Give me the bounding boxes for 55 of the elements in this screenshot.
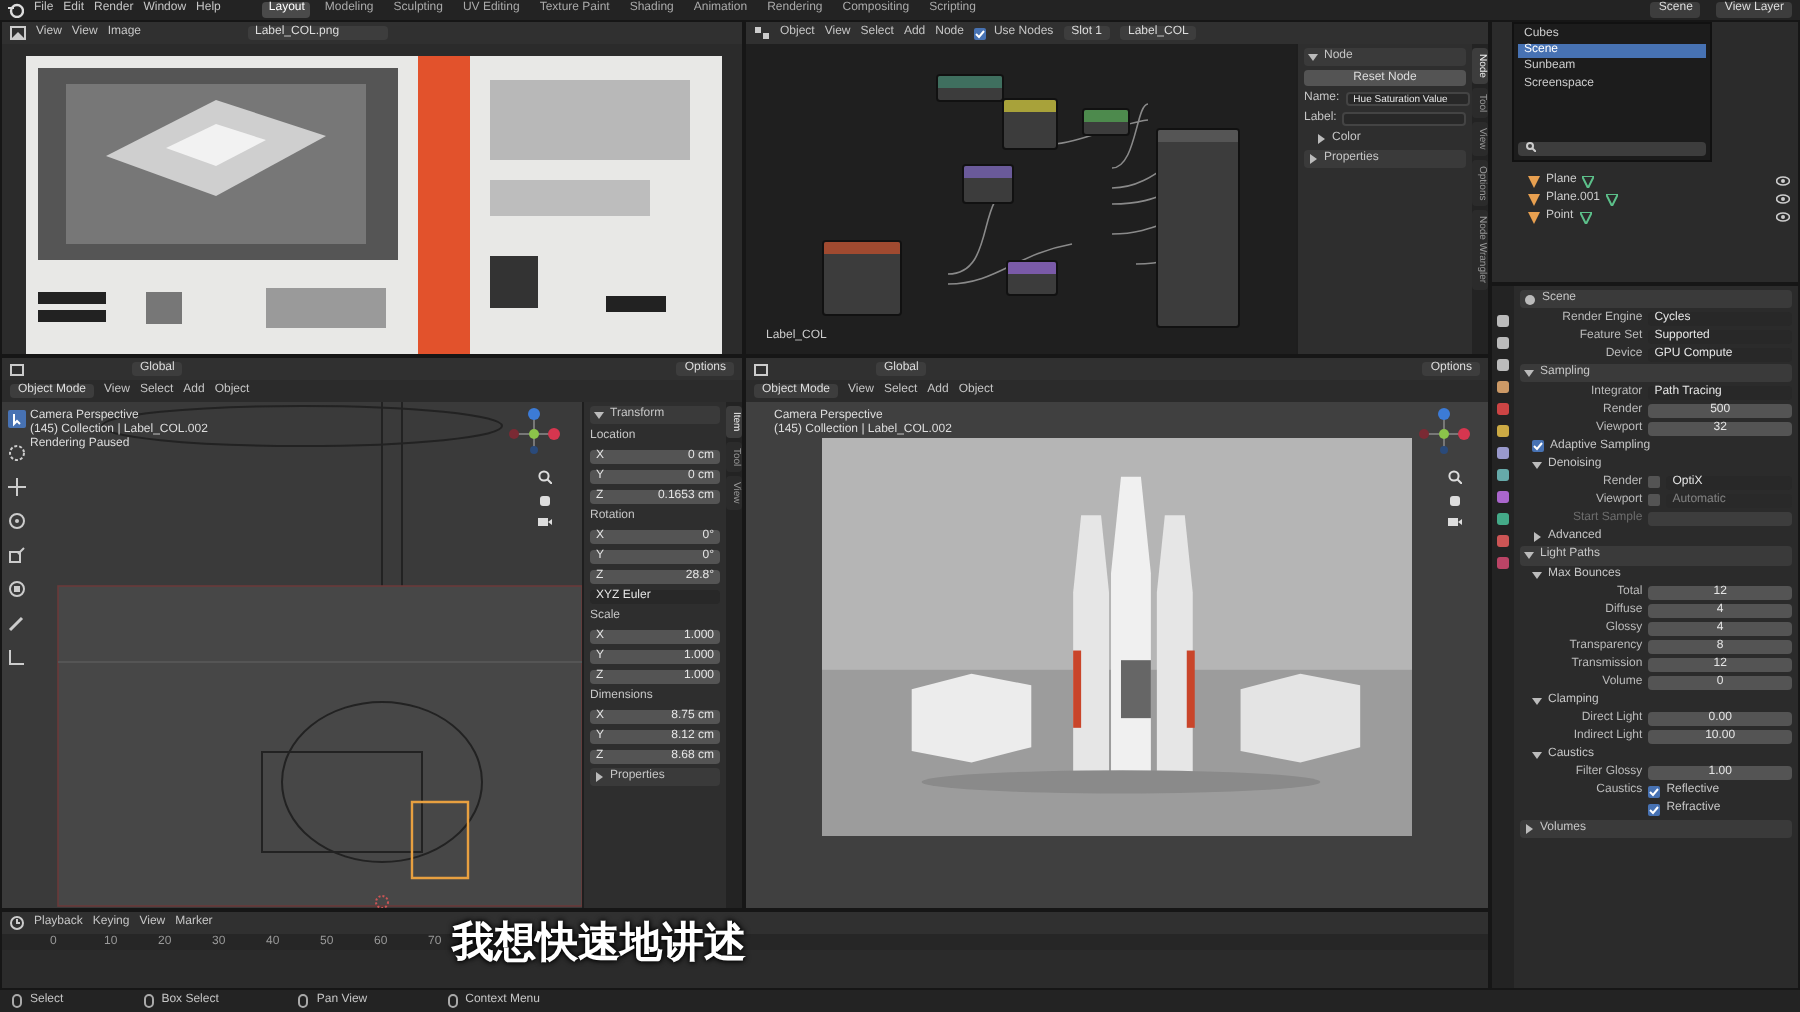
editor-type-icon[interactable] [10,362,26,376]
disclosure-triangle-icon[interactable] [1316,133,1326,144]
disclosure-triangle-icon[interactable] [1524,550,1534,561]
scale-icon[interactable] [8,546,26,564]
disclosure-triangle-icon[interactable] [1532,750,1542,761]
checkbox[interactable] [1648,476,1661,489]
rotate-icon[interactable] [8,512,26,530]
ruler-icon[interactable] [8,648,26,666]
node[interactable] [936,74,1004,102]
eye-icon[interactable] [1776,176,1790,186]
camera-icon[interactable] [1448,514,1462,528]
mouse-icon [298,994,309,1008]
disclosure-triangle-icon[interactable] [594,410,604,421]
checkbox[interactable] [1532,440,1544,453]
eye-icon[interactable] [1776,212,1790,222]
node[interactable] [1082,108,1130,136]
disclosure-triangle-icon[interactable] [1308,154,1318,165]
disclosure-triangle-icon[interactable] [594,772,604,783]
image-icon[interactable] [10,26,26,40]
disclosure-triangle-icon[interactable] [1308,52,1318,63]
select-box-icon[interactable] [8,410,26,428]
clock-icon[interactable] [10,916,24,930]
node[interactable] [1006,260,1058,296]
scene-icon [1524,293,1536,306]
checkbox[interactable] [1648,803,1661,816]
checkbox[interactable] [1648,785,1661,798]
node[interactable] [962,164,1014,204]
node[interactable] [1156,128,1240,328]
disclosure-triangle-icon[interactable] [1532,696,1542,707]
search-icon [1526,142,1536,152]
search-field[interactable] [1518,142,1706,156]
disclosure-triangle-icon[interactable] [1524,823,1534,834]
mouse-icon [12,994,22,1008]
pencil-icon[interactable] [8,614,26,632]
transform-icon[interactable] [8,580,26,598]
subtitle: 我想快速地讲述 [452,920,746,967]
text-field[interactable] [1342,111,1467,126]
disclosure-triangle-icon[interactable] [1532,459,1542,470]
disclosure-triangle-icon[interactable] [1532,570,1542,581]
eye-icon[interactable] [1776,194,1790,204]
zoom-icon[interactable] [538,470,552,484]
node[interactable] [822,240,902,316]
constraint-icon [1579,211,1592,223]
editor-type-icon[interactable] [754,362,770,376]
mouse-icon [447,994,458,1008]
node-editor-icon[interactable] [754,26,770,40]
mouse-icon [143,994,154,1008]
cursor-icon[interactable] [8,444,26,462]
disclosure-triangle-icon[interactable] [1524,368,1534,379]
camera-icon[interactable] [538,514,552,528]
move-icon[interactable] [8,478,26,496]
node[interactable] [1002,98,1058,150]
zoom-icon[interactable] [1448,470,1462,484]
checkbox[interactable] [973,27,986,39]
disclosure-triangle-icon[interactable] [1532,531,1542,542]
